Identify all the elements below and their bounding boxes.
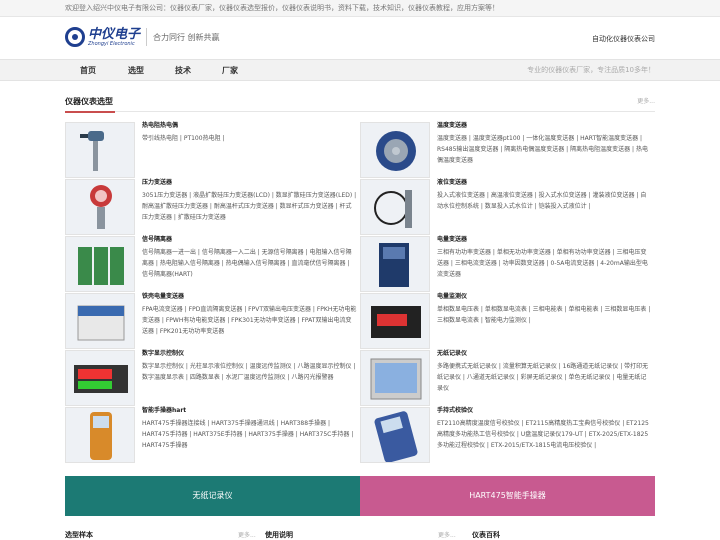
bottom-col2-more[interactable]: 更多...	[438, 530, 456, 539]
level-transmitter-icon[interactable]	[360, 179, 430, 235]
signal-isolator-icon[interactable]	[65, 236, 135, 292]
logo-icon	[65, 27, 85, 47]
product-card: 智能手操器hart HART475手操器连接线 | HART375手操器通讯线 …	[65, 407, 360, 464]
digital-controller-icon[interactable]	[65, 350, 135, 406]
product-card: 液位变送器 投入式液位变送器 | 高温液位变送器 | 投入式水位变送器 | 灌装…	[360, 179, 655, 236]
welcome-bar: 欢迎登入绍兴中仪电子有限公司：仪器仪表厂家，仪器仪表选型报价，仪器仪表说明书，资…	[0, 0, 720, 17]
product-card: 温度变送器 温度变送器 | 温度变送器pt100 | 一体化温度变送器 | HA…	[360, 122, 655, 179]
nav-item-home[interactable]: 首页	[80, 60, 96, 81]
pressure-transmitter-icon[interactable]	[65, 179, 135, 235]
power-meter-icon[interactable]	[360, 293, 430, 349]
product-links[interactable]: 多路便携式无纸记录仪 | 流量积算无纸记录仪 | 16路通道无纸记录仪 | 带打…	[437, 361, 652, 394]
iron-shell-transmitter-icon[interactable]	[65, 293, 135, 349]
banner-hart475[interactable]: HART475智能手操器	[360, 476, 655, 516]
temperature-transmitter-icon[interactable]	[360, 122, 430, 178]
bottom-col1-title: 选型样本	[65, 531, 93, 539]
logo-divider	[146, 28, 148, 46]
nav-slogan: 专业的仪器仪表厂家，专注品质10多年！	[527, 66, 655, 74]
logo-en-text: Zhongyi Electronic	[88, 40, 135, 47]
slogan: 合力同行 创新共赢	[153, 32, 220, 42]
product-title[interactable]: 热电阻热电偶	[142, 122, 178, 130]
product-card: 热电阻热电偶 带引线热电阻 | PT100热电阻 |	[65, 122, 360, 179]
handheld-calibrator-icon[interactable]	[360, 407, 430, 463]
product-card: 手持式校验仪 ET2110高精度温度信号校验仪 | ET2115高精度热工宝典信…	[360, 407, 655, 464]
thermocouple-icon[interactable]	[65, 122, 135, 178]
product-card: 电量监测仪 单相数显电压表 | 单相数显电流表 | 三相电能表 | 单相电能表 …	[360, 293, 655, 350]
logo-cn-text: 中仪电子	[88, 26, 141, 42]
header-tagline: 自动化仪器仪表公司	[592, 35, 655, 43]
nav-item-tech[interactable]: 技术	[175, 60, 191, 81]
section-divider	[65, 111, 655, 113]
product-card: 压力变送器 3051压力变送器 | 液晶扩散硅压力变送器(LCD) | 数显扩散…	[65, 179, 360, 236]
site-header: 中仪电子 Zhongyi Electronic 合力同行 创新共赢 自动化仪器仪…	[0, 17, 720, 59]
product-card: 信号隔离器 信号隔离器一进一出 | 信号隔离器一入二出 | 无源信号隔离器 | …	[65, 236, 360, 293]
nav-item-selection[interactable]: 选型	[128, 60, 144, 81]
product-title[interactable]: 手持式校验仪	[437, 407, 473, 415]
section-title: 仪器仪表选型	[65, 97, 113, 106]
product-links[interactable]: 3051压力变送器 | 液晶扩散硅压力变送器(LCD) | 数显扩散硅压力变送器…	[142, 190, 357, 223]
product-card: 铁壳电量变送器 FPA电流变送器 | FPD直流隔离变送器 | FPVT双输出电…	[65, 293, 360, 350]
banner-paperless-recorder[interactable]: 无纸记录仪	[65, 476, 360, 516]
product-card: 电量变送器 三相有功功率变送器 | 单相无功功率变送器 | 单相有功功率变送器 …	[360, 236, 655, 293]
product-links[interactable]: 带引线热电阻 | PT100热电阻 |	[142, 133, 357, 144]
product-title[interactable]: 铁壳电量变送器	[142, 293, 184, 301]
product-title[interactable]: 信号隔离器	[142, 236, 172, 244]
product-links[interactable]: 信号隔离器一进一出 | 信号隔离器一入二出 | 无源信号隔离器 | 电阻输入信号…	[142, 247, 357, 280]
paperless-recorder-icon[interactable]	[360, 350, 430, 406]
power-transmitter-icon[interactable]	[360, 236, 430, 292]
hart-communicator-icon[interactable]	[65, 407, 135, 463]
bottom-col1-more[interactable]: 更多...	[238, 530, 256, 539]
product-card: 无纸记录仪 多路便携式无纸记录仪 | 流量积算无纸记录仪 | 16路通道无纸记录…	[360, 350, 655, 407]
product-title[interactable]: 压力变送器	[142, 179, 172, 187]
site-logo[interactable]: 中仪电子 Zhongyi Electronic 合力同行 创新共赢	[65, 27, 220, 47]
bottom-col2-title: 使用说明	[265, 531, 293, 539]
product-title[interactable]: 温度变送器	[437, 122, 467, 130]
product-title[interactable]: 智能手操器hart	[142, 407, 186, 415]
product-links[interactable]: 温度变送器 | 温度变送器pt100 | 一体化温度变送器 | HART智能温度…	[437, 133, 652, 166]
product-title[interactable]: 无纸记录仪	[437, 350, 467, 358]
product-links[interactable]: HART475手操器连接线 | HART375手操器通讯线 | HART388手…	[142, 418, 357, 451]
bottom-col3-title: 仪表百科	[472, 531, 500, 539]
product-links[interactable]: 数字显示控制仪 | 光柱显示液位控制仪 | 温度远传监测仪 | 八路温度显示控制…	[142, 361, 357, 383]
main-nav: 首页 选型 技术 厂家 专业的仪器仪表厂家，专注品质10多年！	[0, 59, 720, 81]
product-title[interactable]: 数字显示控制仪	[142, 350, 184, 358]
product-links[interactable]: ET2110高精度温度信号校验仪 | ET2115高精度热工宝典信号校验仪 | …	[437, 418, 652, 451]
product-links[interactable]: 投入式液位变送器 | 高温液位变送器 | 投入式水位变送器 | 灌装液位变送器 …	[437, 190, 652, 212]
product-title[interactable]: 电量变送器	[437, 236, 467, 244]
product-links[interactable]: 单相数显电压表 | 单相数显电流表 | 三相电能表 | 单相电能表 | 三相数显…	[437, 304, 652, 326]
product-links[interactable]: FPA电流变送器 | FPD直流隔离变送器 | FPVT双输出电压变送器 | F…	[142, 304, 357, 337]
nav-item-manufacturer[interactable]: 厂家	[222, 60, 238, 81]
welcome-text: 欢迎登入绍兴中仪电子有限公司：仪器仪表厂家，仪器仪表选型报价，仪器仪表说明书，资…	[65, 4, 499, 12]
product-title[interactable]: 液位变送器	[437, 179, 467, 187]
product-title[interactable]: 电量监测仪	[437, 293, 467, 301]
section-more-link[interactable]: 更多...	[637, 96, 655, 105]
product-links[interactable]: 三相有功功率变送器 | 单相无功功率变送器 | 单相有功功率变送器 | 三相电压…	[437, 247, 652, 280]
product-card: 数字显示控制仪 数字显示控制仪 | 光柱显示液位控制仪 | 温度远传监测仪 | …	[65, 350, 360, 407]
